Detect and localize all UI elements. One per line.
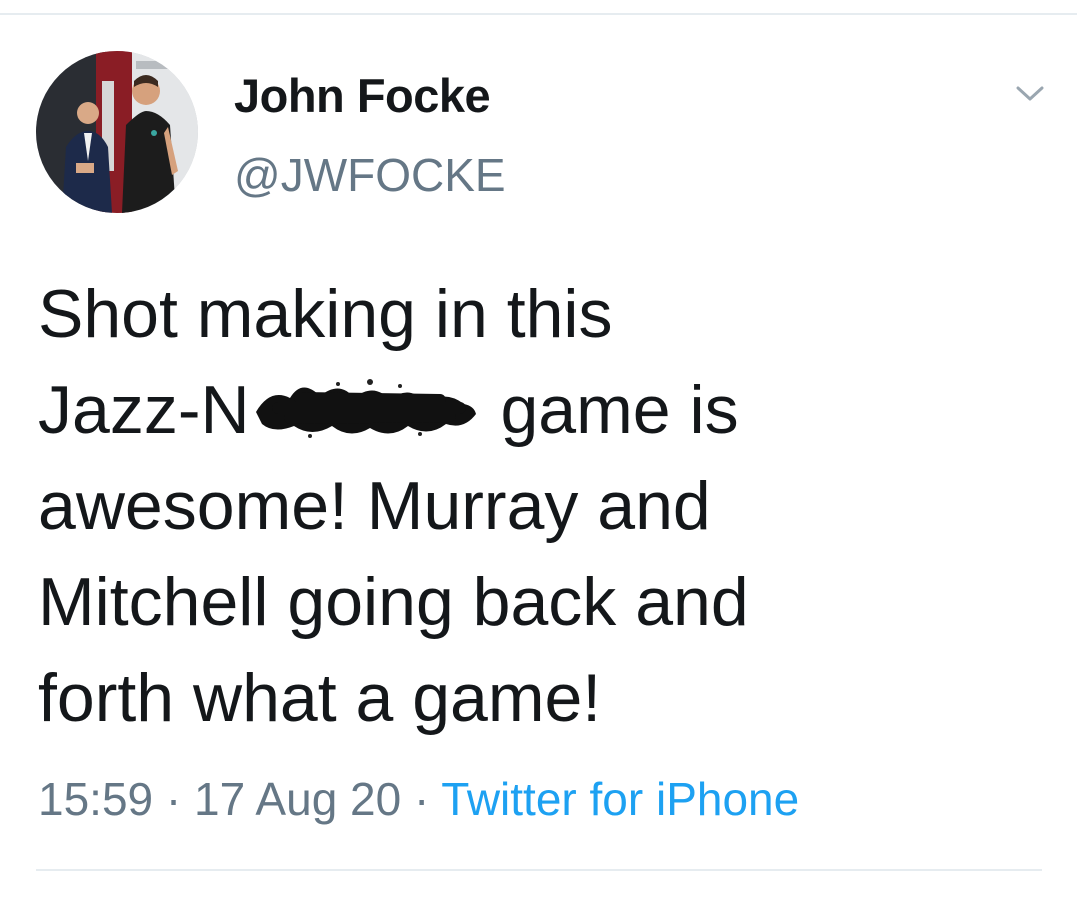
tweet-text-line: Shot making in this — [38, 276, 613, 352]
avatar-photo — [36, 51, 198, 213]
tweet-source-link[interactable]: Twitter for iPhone — [441, 773, 799, 825]
author-handle[interactable]: @JWFOCKE — [234, 148, 506, 202]
tweet-text-line: awesome! Murray and — [38, 468, 711, 544]
tweet-date[interactable]: 17 Aug 20 — [194, 773, 401, 825]
tweet-text-line: Jazz-N game is — [38, 362, 1038, 458]
tweet-text-fragment: Jazz-N — [38, 372, 250, 448]
meta-separator: · — [153, 773, 195, 825]
bottom-divider — [36, 869, 1042, 871]
tweet-text-line: Mitchell going back and — [38, 564, 749, 640]
tweet-text: Shot making in this Jazz-N game is aweso… — [38, 266, 1038, 746]
avatar[interactable] — [36, 51, 198, 213]
tweet-time[interactable]: 15:59 — [38, 773, 153, 825]
top-divider — [0, 13, 1077, 15]
meta-separator: · — [401, 773, 442, 825]
chevron-down-icon[interactable] — [1010, 78, 1050, 108]
redaction-scribble-icon — [250, 368, 482, 448]
tweet-text-fragment: game is — [481, 372, 739, 448]
tweet-text-line: forth what a game! — [38, 660, 602, 736]
tweet-metadata: 15:59 · 17 Aug 20 · Twitter for iPhone — [38, 772, 799, 826]
author-display-name[interactable]: John Focke — [234, 68, 491, 123]
